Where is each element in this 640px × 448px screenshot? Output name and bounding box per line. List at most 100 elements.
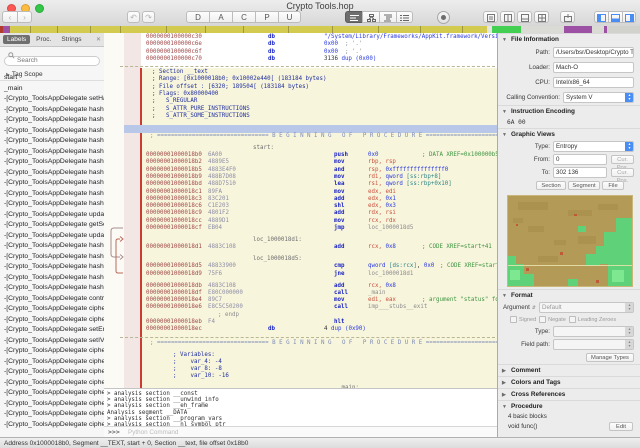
hex-view-button[interactable] [396, 11, 413, 23]
file-information-header[interactable]: ▼File Information [498, 33, 640, 45]
disasm-data-line[interactable]: 0000000100000c6edb0x00 ; '.' [104, 41, 497, 48]
section-range-button[interactable]: Section [536, 181, 566, 190]
disasm-data-line[interactable]: 00000001000018ecdb4 dup (0x90) [104, 326, 497, 333]
sidebar-tab-strings[interactable]: Strings [57, 35, 85, 44]
symbol-list-item[interactable]: -[Crypto_ToolsAppDelegate hashSH… [0, 189, 104, 200]
symbol-list-item[interactable]: -[Crypto_ToolsAppDelegate cipherIn… [0, 357, 104, 368]
disasm-instruction-line[interactable]: 00000001000018d975F6jneloc_1000018d1 [104, 271, 497, 278]
toolbar-square-button-1[interactable] [483, 11, 498, 23]
symbol-list-item[interactable]: -[Crypto_ToolsAppDelegate hashSH… [0, 178, 104, 189]
disasm-instruction-line[interactable]: 00000001000018c94801F2addrdx, rsi [104, 210, 497, 217]
signed-checkbox[interactable]: Signed [510, 316, 536, 323]
disasm-instruction-line[interactable]: 00000001000018c189FAmovedx, edi [104, 189, 497, 196]
symbol-list-item[interactable]: -[Crypto_ToolsAppDelegate setHash… [0, 94, 104, 105]
symbol-list-item[interactable]: -[Crypto_ToolsAppDelegate cipherIn… [0, 388, 104, 399]
file-range-button[interactable]: File [602, 181, 624, 190]
instruction-encoding-header[interactable]: ▼Instruction Encoding [498, 105, 640, 117]
selected-line[interactable] [104, 125, 497, 133]
graphic-views-header[interactable]: ▼Graphic Views [498, 128, 640, 140]
disasm-instruction-line[interactable]: 00000001000018d548833900cmpqword [ds:rcx… [104, 263, 497, 270]
address-space-segment[interactable] [607, 26, 640, 33]
symbol-list-item[interactable]: -[Crypto_ToolsAppDelegate update… [0, 231, 104, 242]
symbol-list-item[interactable]: -[Crypto_ToolsAppDelegate hashSH… [0, 199, 104, 210]
disasm-comment-line[interactable]: ; var_8: -8 [104, 366, 497, 373]
toggle-right-panel-button[interactable] [622, 11, 636, 23]
graph-type-popup[interactable]: Entropy [553, 141, 634, 152]
disasm-comment-line[interactable]: ; var_10: -16 [104, 373, 497, 380]
procedure-separator-line[interactable]: ; ================================ B E G… [104, 340, 497, 347]
segment-range-button[interactable]: Segment [568, 181, 600, 190]
format-header[interactable]: ▼Format [498, 289, 640, 301]
disasm-instruction-line[interactable]: 00000001000018e489C7movedi, eax; argumen… [104, 297, 497, 304]
procedure-separator-line[interactable]: ; ================================ B E G… [104, 133, 497, 140]
loader-field[interactable]: Mach-O [553, 62, 634, 73]
symbol-list-item[interactable]: -[Crypto_ToolsAppDelegate update… [0, 210, 104, 221]
undo-button[interactable]: ↶ [127, 11, 140, 23]
pseudocode-view-button[interactable] [379, 11, 396, 23]
symbol-list-item[interactable]: start [0, 73, 104, 84]
to-cur-pos-button[interactable]: Cur. Pos. [611, 168, 634, 177]
symbol-list-item[interactable]: -[Crypto_ToolsAppDelegate hashFile… [0, 283, 104, 294]
disasm-instruction-line[interactable]: 00000001000018dfE80C000000call_main [104, 290, 497, 297]
disasm-instruction-line[interactable]: 00000001000018b24889E5movrbp, rsp [104, 159, 497, 166]
endp-line[interactable]: ; endp [104, 312, 497, 319]
symbol-list-item[interactable]: _main [0, 84, 104, 95]
symbol-list-item[interactable]: -[Crypto_ToolsAppDelegate setEncr… [0, 325, 104, 336]
disasm-instruction-line[interactable]: 00000001000018b06A00push0x0; DATA XREF=0… [104, 152, 497, 159]
disasm-data-line[interactable]: 0000000100000c30db"/System/Library/Frame… [104, 34, 497, 41]
transform-button-u[interactable]: U [278, 11, 301, 23]
transform-button-p[interactable]: P [255, 11, 278, 23]
transform-button-c[interactable]: C [232, 11, 255, 23]
symbol-list-item[interactable]: -[Crypto_ToolsAppDelegate cipherIn… [0, 315, 104, 326]
disasm-instruction-line[interactable]: 00000001000018d14883C108addrcx, 0x8; COD… [104, 244, 497, 251]
field-path-popup[interactable] [553, 339, 634, 350]
procedure-header[interactable]: ▼Procedure [498, 400, 640, 412]
debug-run-button[interactable] [437, 11, 450, 24]
symbol-list-item[interactable]: -[Crypto_ToolsAppDelegate hashStr… [0, 273, 104, 284]
symbol-list-item[interactable]: -[Crypto_ToolsAppDelegate hashMe… [0, 262, 104, 273]
sidebar-tab-labels[interactable]: Labels [3, 35, 30, 44]
assembly-view-button[interactable] [345, 11, 362, 23]
address-space-segment[interactable] [521, 26, 564, 33]
symbol-list-item[interactable]: -[Crypto_ToolsAppDelegate hashSo… [0, 252, 104, 263]
disasm-label-line[interactable]: loc_1000018d1: [104, 237, 497, 244]
disasm-data-line[interactable]: 0000000100000c6fdb0x00 ; '.' [104, 49, 497, 56]
toggle-bottom-panel-button[interactable] [608, 11, 622, 23]
comment-header[interactable]: ▶Comment [498, 364, 640, 376]
disasm-instruction-line[interactable]: 00000001000018cfEB04jmploc_1000018d5 [104, 225, 497, 232]
address-space-segment[interactable] [492, 26, 521, 33]
address-space-segment[interactable] [592, 26, 604, 33]
negate-checkbox[interactable]: Negate [539, 316, 566, 323]
disasm-comment-line[interactable]: ; Section __text [104, 69, 497, 76]
symbol-list-item[interactable]: -[Crypto_ToolsAppDelegate cipherIn… [0, 367, 104, 378]
redo-button[interactable]: ↷ [142, 11, 155, 23]
sidebar-tab-proc[interactable]: Proc. [32, 35, 55, 44]
disasm-comment-line[interactable]: ; var_4: -4 [104, 359, 497, 366]
symbol-list-item[interactable]: -[Crypto_ToolsAppDelegate hashMD… [0, 126, 104, 137]
symbol-list-item[interactable]: -[Crypto_ToolsAppDelegate cipherIn… [0, 420, 104, 431]
address-space-segment[interactable] [564, 26, 592, 33]
disasm-instruction-line[interactable]: 00000001000018c383C201addedx, 0x1 [104, 196, 497, 203]
disasm-label-line[interactable]: start: [104, 145, 497, 152]
symbol-list-item[interactable]: -[Crypto_ToolsAppDelegate hashSH… [0, 168, 104, 179]
toolbar-square-button-3[interactable] [517, 11, 532, 23]
edit-signature-button[interactable]: Edit [609, 422, 633, 431]
symbol-list-item[interactable]: -[Crypto_ToolsAppDelegate hashMD… [0, 136, 104, 147]
disasm-instruction-line[interactable]: 00000001000018b54883E4F0andrsp, 0xffffff… [104, 167, 497, 174]
disasm-instruction-line[interactable]: 00000001000018e6E8C5C50200callimp___stub… [104, 304, 497, 311]
toolbar-square-button-2[interactable] [500, 11, 515, 23]
argument-format-popup[interactable]: Default [539, 302, 634, 313]
symbol-list-item[interactable]: -[Crypto_ToolsAppDelegate getSour… [0, 220, 104, 231]
cpu-field[interactable]: Intel/x86_64 [553, 77, 634, 88]
close-icon[interactable]: ✕ [96, 36, 101, 43]
transform-button-d[interactable]: D [186, 11, 209, 23]
symbol-list-item[interactable]: -[Crypto_ToolsAppDelegate cipherIn… [0, 346, 104, 357]
symbol-list-item[interactable]: -[Crypto_ToolsAppDelegate hashSH… [0, 157, 104, 168]
transfer-info-button[interactable] [560, 11, 575, 23]
symbol-list-item[interactable]: -[Crypto_ToolsAppDelegate setIVTe… [0, 336, 104, 347]
leading-zeroes-checkbox[interactable]: Leading Zeroes [569, 316, 616, 323]
stepper-icon[interactable]: ⇵ [532, 305, 536, 311]
symbol-list-item[interactable]: -[Crypto_ToolsAppDelegate hashRIP… [0, 147, 104, 158]
forward-button[interactable]: › [17, 11, 32, 23]
symbol-list-item[interactable]: -[Crypto_ToolsAppDelegate cipherIn… [0, 304, 104, 315]
